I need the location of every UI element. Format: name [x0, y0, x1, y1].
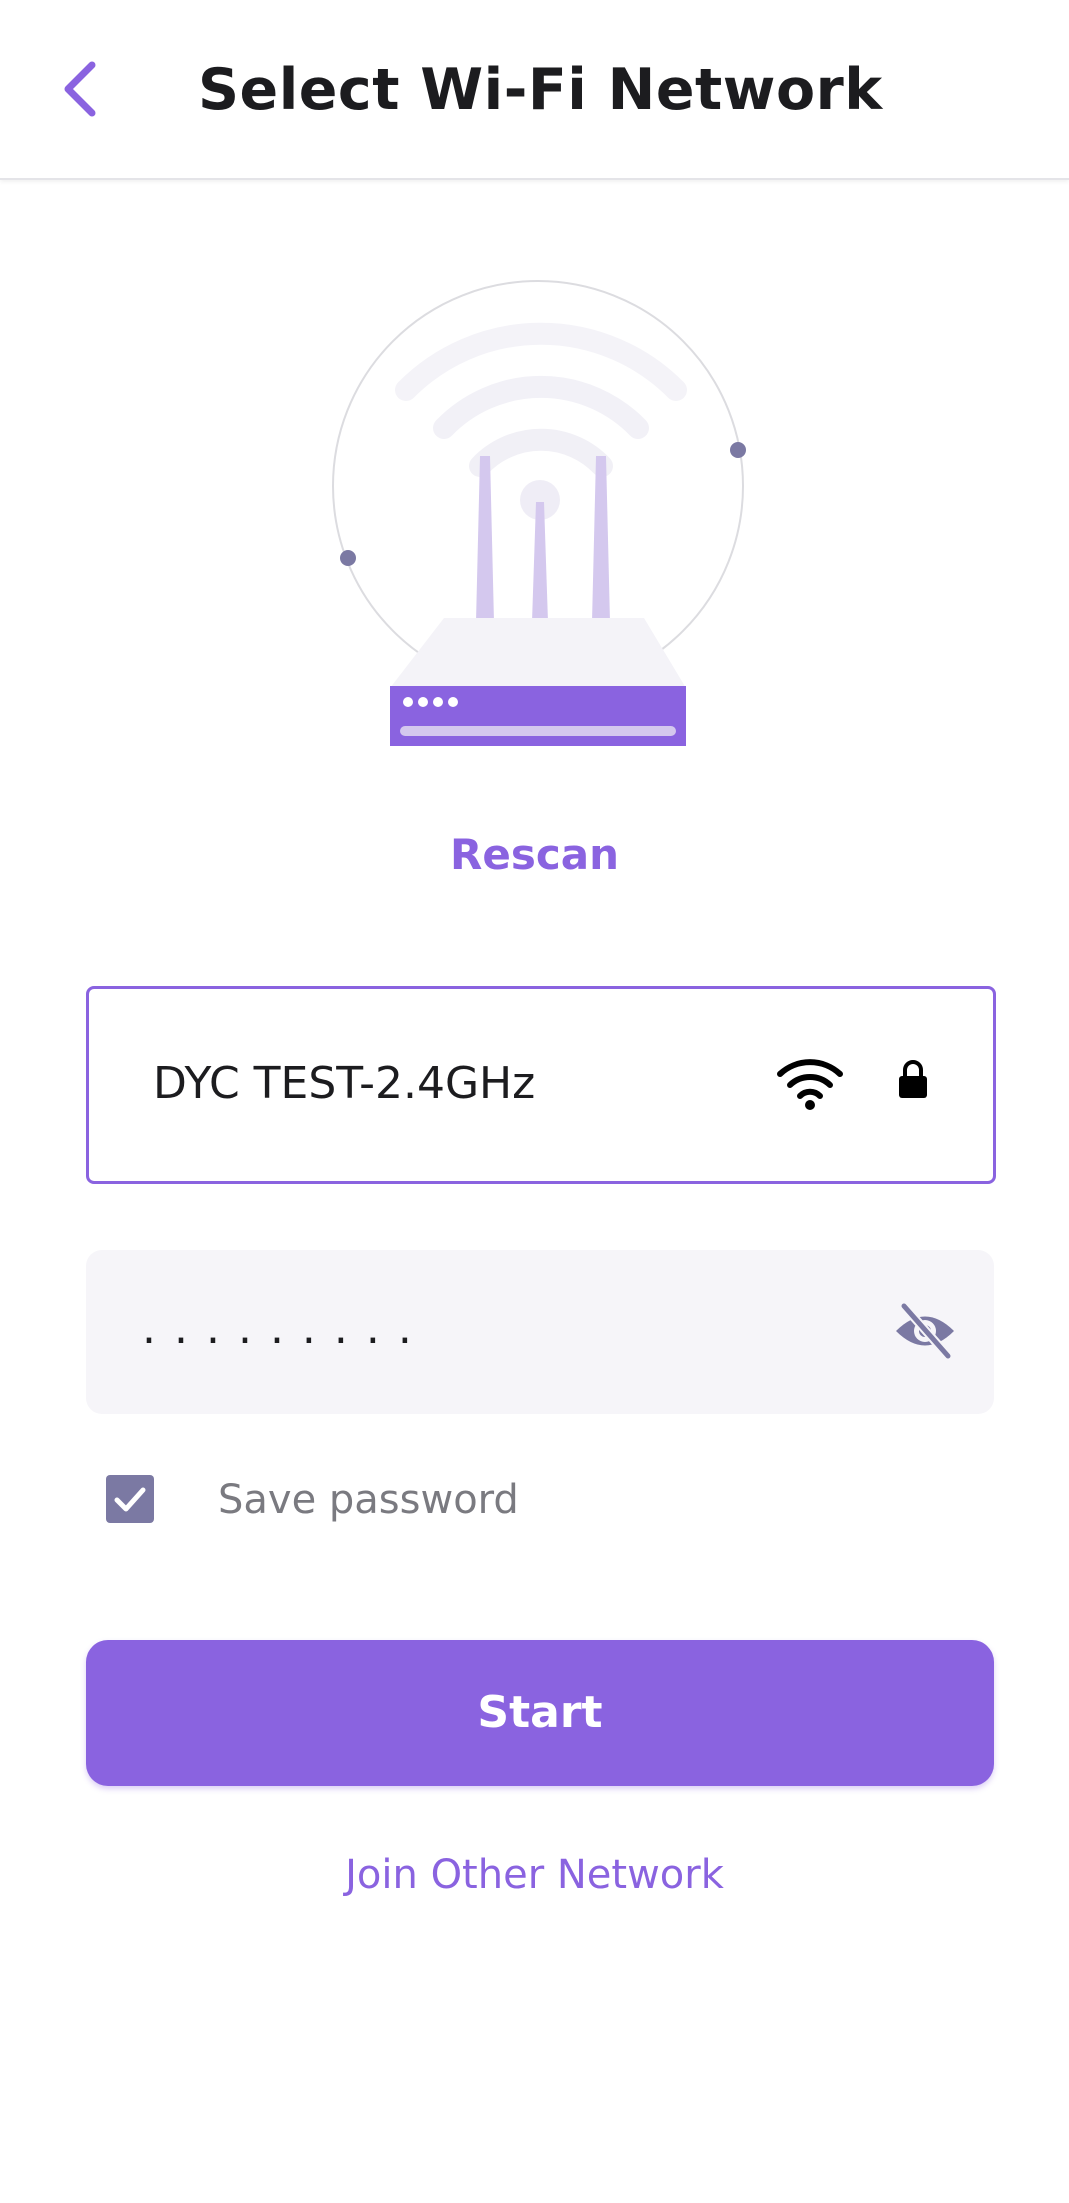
network-selector[interactable]: DYC TEST-2.4GHz: [86, 986, 996, 1184]
password-field[interactable]: .........: [86, 1250, 994, 1414]
save-password-checkbox[interactable]: [106, 1475, 154, 1523]
router-illustration: [320, 270, 760, 760]
back-button[interactable]: [40, 44, 120, 134]
rescan-button[interactable]: Rescan: [0, 830, 1069, 879]
chevron-left-icon: [64, 61, 96, 117]
checkmark-icon: [114, 1487, 146, 1512]
lock-icon: [899, 1060, 927, 1098]
network-ssid: DYC TEST-2.4GHz: [153, 1058, 536, 1109]
wifi-icon: [777, 1059, 843, 1110]
router-icon: [332, 280, 746, 746]
app-header: Select Wi-Fi Network: [0, 0, 1069, 180]
start-button[interactable]: Start: [86, 1640, 994, 1786]
eye-off-icon: [896, 1301, 954, 1361]
page-title: Select Wi-Fi Network: [198, 57, 883, 123]
join-other-network-link[interactable]: Join Other Network: [0, 1852, 1069, 1898]
toggle-password-visibility-button[interactable]: [892, 1300, 958, 1362]
save-password-label: Save password: [218, 1477, 519, 1523]
password-value[interactable]: .........: [142, 1294, 430, 1364]
